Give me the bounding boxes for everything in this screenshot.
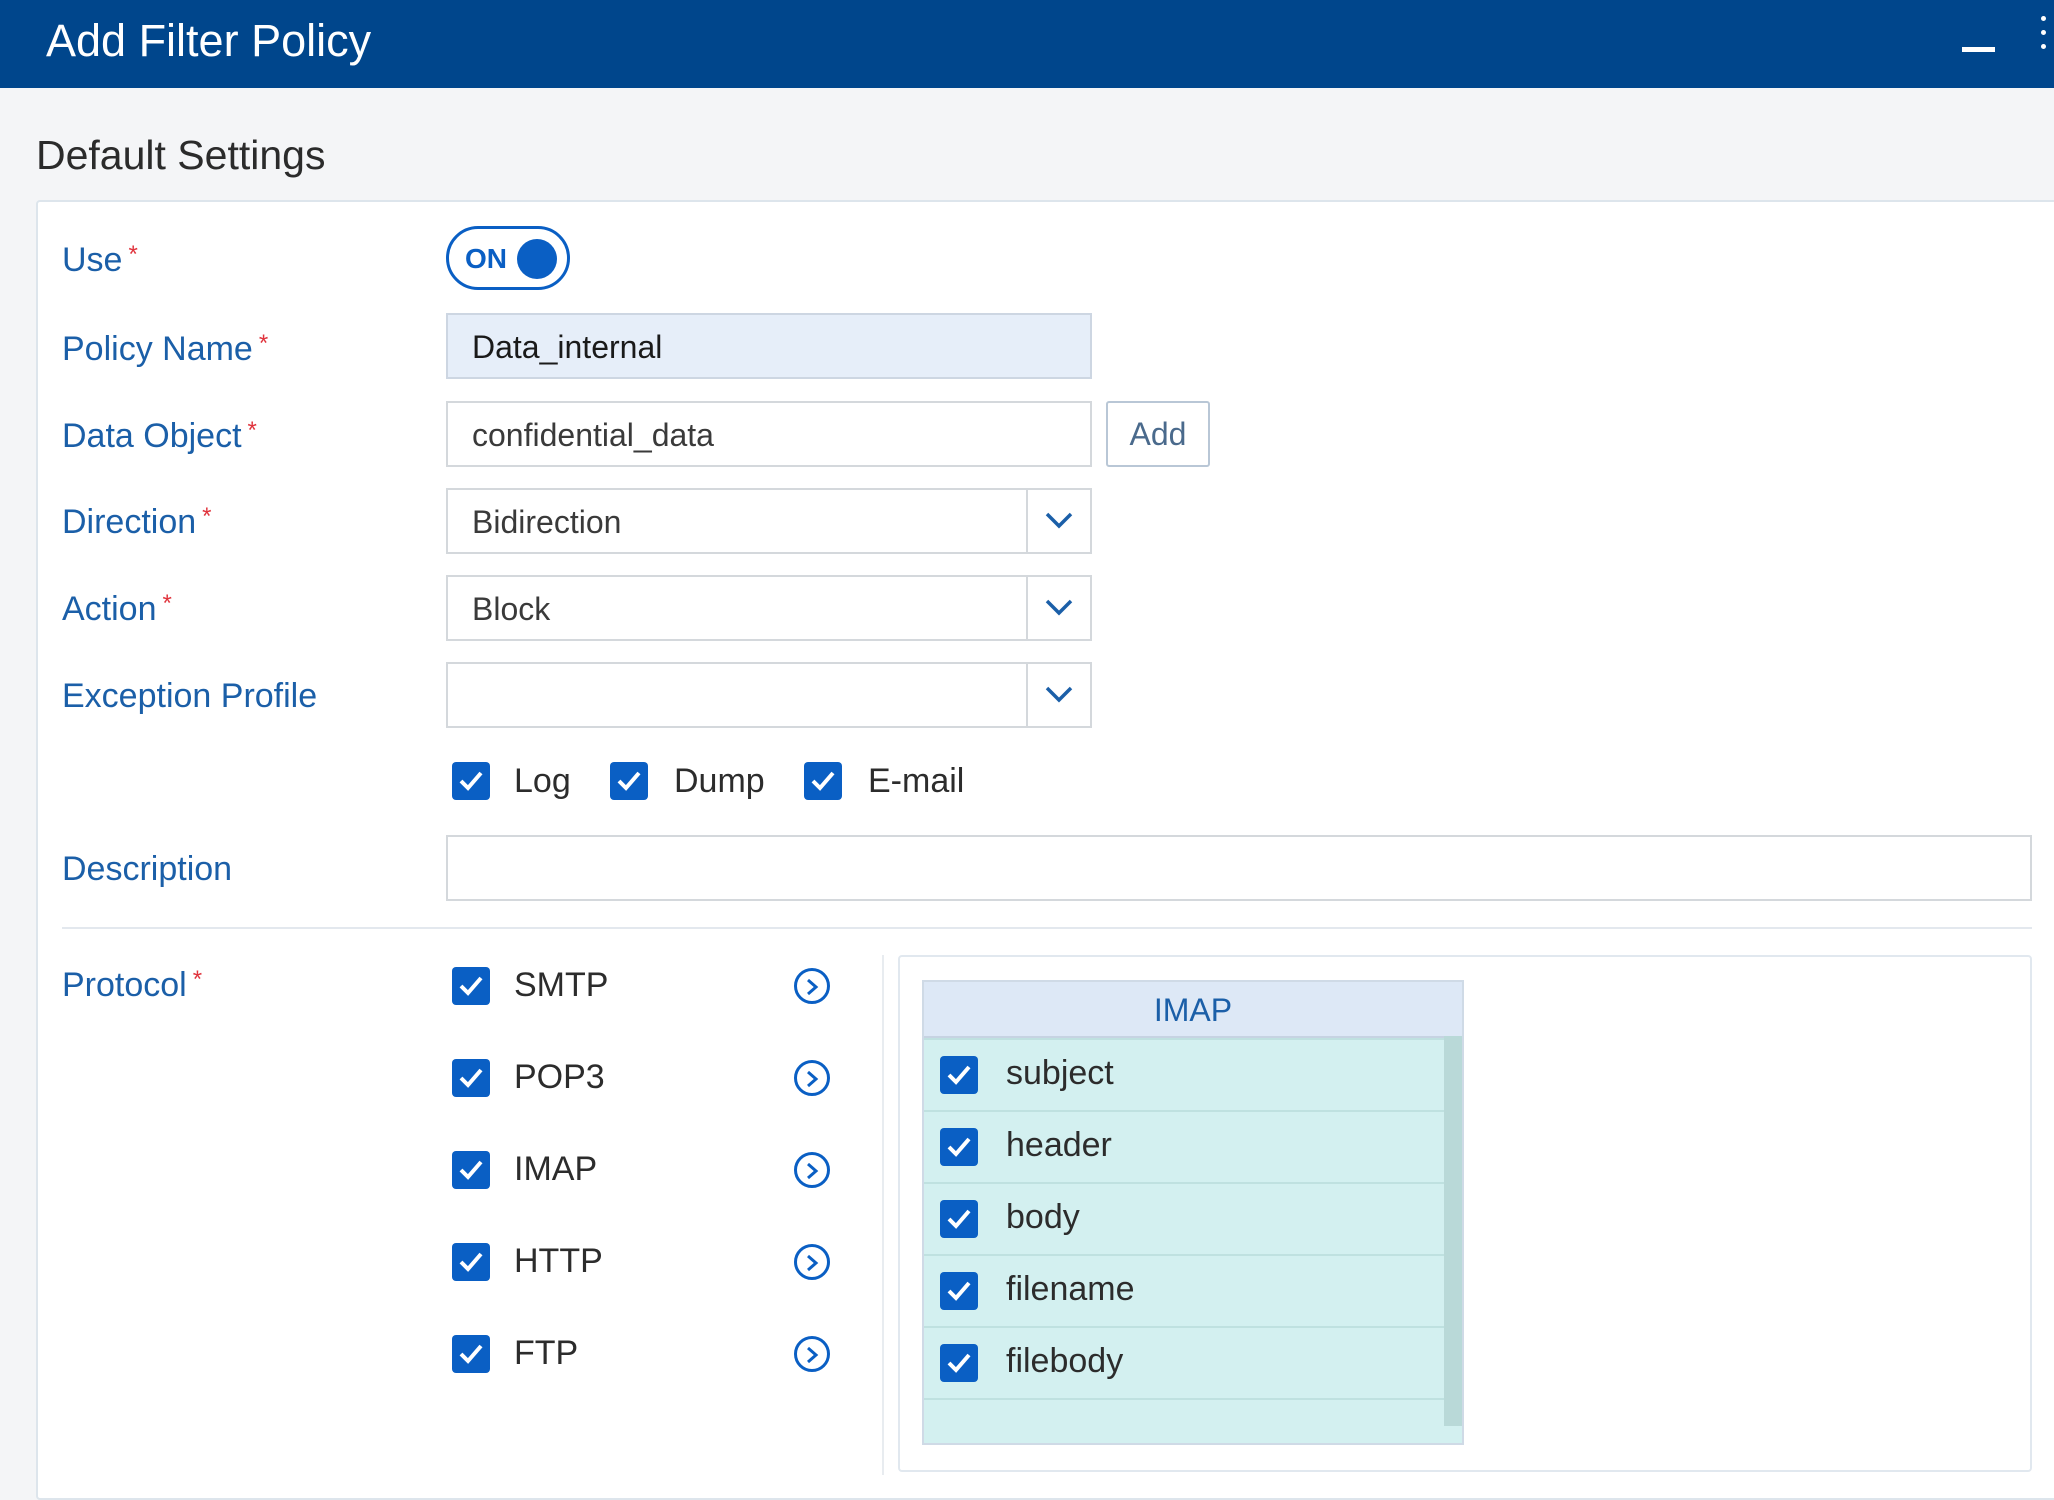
arrow-right-circle-icon[interactable] [794, 1060, 830, 1096]
check-icon [947, 1137, 971, 1157]
check-icon [459, 771, 483, 791]
chevron-down-icon[interactable] [1026, 490, 1090, 552]
filebody-label: filebody [1006, 1342, 1124, 1380]
arrow-right-circle-icon[interactable] [794, 1336, 830, 1372]
required-mark: * [192, 966, 203, 993]
title-bar: Add Filter Policy [0, 0, 2054, 88]
add-button[interactable]: Add [1106, 401, 1210, 467]
required-mark: * [202, 503, 212, 530]
direction-value: Bidirection [472, 504, 622, 540]
use-label: Use * [62, 241, 138, 279]
check-icon [947, 1209, 971, 1229]
check-icon [459, 1252, 483, 1272]
pop3-checkbox[interactable] [452, 1059, 490, 1097]
direction-label: Direction * [62, 503, 212, 541]
exception-profile-select[interactable] [446, 662, 1092, 728]
list-item[interactable]: header [924, 1110, 1444, 1184]
toggle-text: ON [465, 243, 507, 274]
subject-checkbox[interactable] [940, 1056, 978, 1094]
action-value: Block [472, 591, 551, 627]
check-icon [947, 1065, 971, 1085]
minimize-icon[interactable] [1962, 47, 1995, 52]
imap-label: IMAP [514, 1150, 598, 1188]
smtp-checkbox[interactable] [452, 967, 490, 1005]
list-item[interactable]: subject [924, 1038, 1444, 1112]
section-title: Default Settings [36, 132, 326, 178]
data-object-label: Data Object * [62, 417, 257, 455]
email-label: E-mail [868, 762, 965, 800]
divider [62, 927, 2032, 929]
log-label: Log [514, 762, 571, 800]
dump-checkbox[interactable] [610, 762, 648, 800]
email-checkbox[interactable] [804, 762, 842, 800]
policy-name-value: Data_internal [472, 329, 663, 365]
http-checkbox[interactable] [452, 1243, 490, 1281]
check-icon [947, 1281, 971, 1301]
body-checkbox[interactable] [940, 1200, 978, 1238]
smtp-label: SMTP [514, 966, 609, 1004]
list-item[interactable]: filebody [924, 1326, 1444, 1400]
chevron-down-icon[interactable] [1026, 577, 1090, 639]
data-object-field[interactable]: confidential_data [446, 401, 1092, 467]
direction-select[interactable]: Bidirection [446, 488, 1092, 554]
list-item[interactable]: filename [924, 1254, 1444, 1328]
toggle-knob [517, 239, 557, 279]
required-mark: * [128, 241, 138, 268]
check-icon [947, 1353, 971, 1373]
description-field[interactable] [446, 835, 2032, 901]
check-icon [459, 1068, 483, 1088]
ftp-checkbox[interactable] [452, 1335, 490, 1373]
body-label: body [1006, 1198, 1080, 1236]
subject-label: subject [1006, 1054, 1114, 1092]
list-item[interactable]: body [924, 1182, 1444, 1256]
policy-name-label: Policy Name * [62, 330, 269, 368]
scrollbar[interactable] [1444, 1036, 1462, 1426]
required-mark: * [162, 590, 172, 617]
action-select[interactable]: Block [446, 575, 1092, 641]
ftp-label: FTP [514, 1334, 579, 1372]
required-mark: * [258, 330, 269, 357]
imap-options-list: receiver subject header body filename fi… [922, 980, 1464, 1445]
check-icon [617, 771, 641, 791]
header-checkbox[interactable] [940, 1128, 978, 1166]
arrow-right-circle-icon[interactable] [794, 1152, 830, 1188]
arrow-right-circle-icon[interactable] [794, 968, 830, 1004]
dump-label: Dump [674, 762, 765, 800]
required-mark: * [247, 417, 257, 444]
chevron-down-icon[interactable] [1026, 664, 1090, 726]
check-icon [811, 771, 835, 791]
description-label: Description [62, 850, 233, 888]
protocol-label: Protocol * [62, 966, 203, 1004]
check-icon [459, 976, 483, 996]
filebody-checkbox[interactable] [940, 1344, 978, 1382]
arrow-right-circle-icon[interactable] [794, 1244, 830, 1280]
imap-checkbox[interactable] [452, 1151, 490, 1189]
imap-header: IMAP [924, 982, 1462, 1038]
header-label: header [1006, 1126, 1112, 1164]
use-toggle[interactable]: ON [446, 226, 570, 290]
check-icon [459, 1160, 483, 1180]
policy-name-field[interactable]: Data_internal [446, 313, 1092, 379]
action-label: Action * [62, 590, 172, 628]
check-icon [459, 1344, 483, 1364]
exception-profile-label: Exception Profile [62, 677, 318, 715]
log-checkbox[interactable] [452, 762, 490, 800]
http-label: HTTP [514, 1242, 603, 1280]
more-icon[interactable] [2041, 16, 2046, 50]
data-object-value: confidential_data [472, 417, 714, 453]
filename-checkbox[interactable] [940, 1272, 978, 1310]
window-title: Add Filter Policy [46, 15, 372, 66]
filename-label: filename [1006, 1270, 1135, 1308]
pop3-label: POP3 [514, 1058, 605, 1096]
column-divider [882, 955, 884, 1475]
